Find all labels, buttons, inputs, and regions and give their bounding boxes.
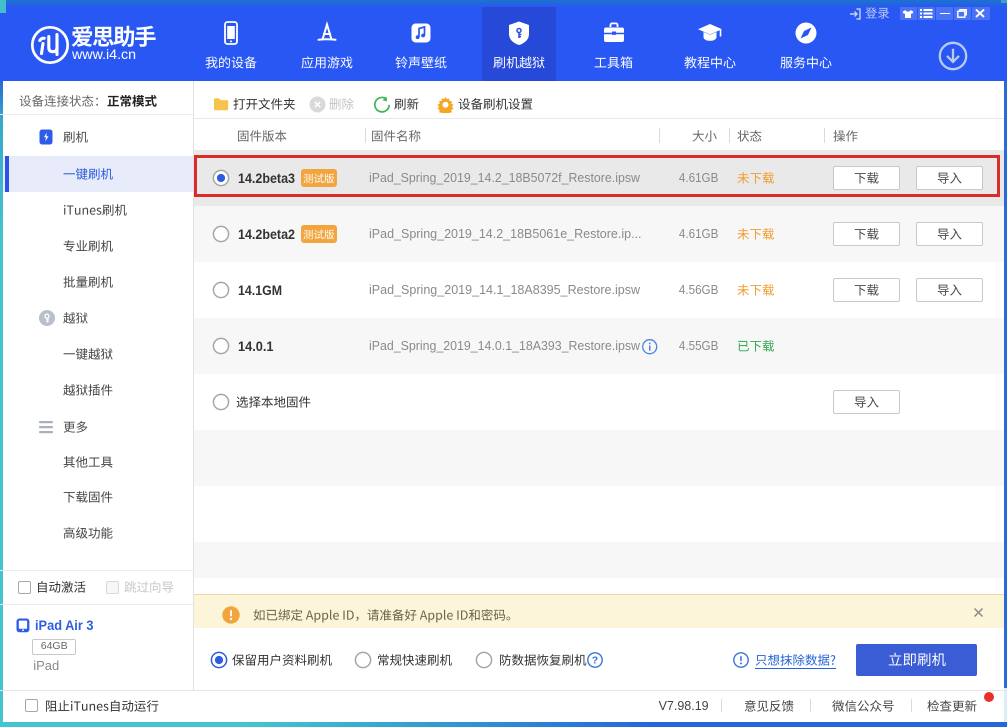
svg-text:?: ?	[592, 654, 598, 666]
